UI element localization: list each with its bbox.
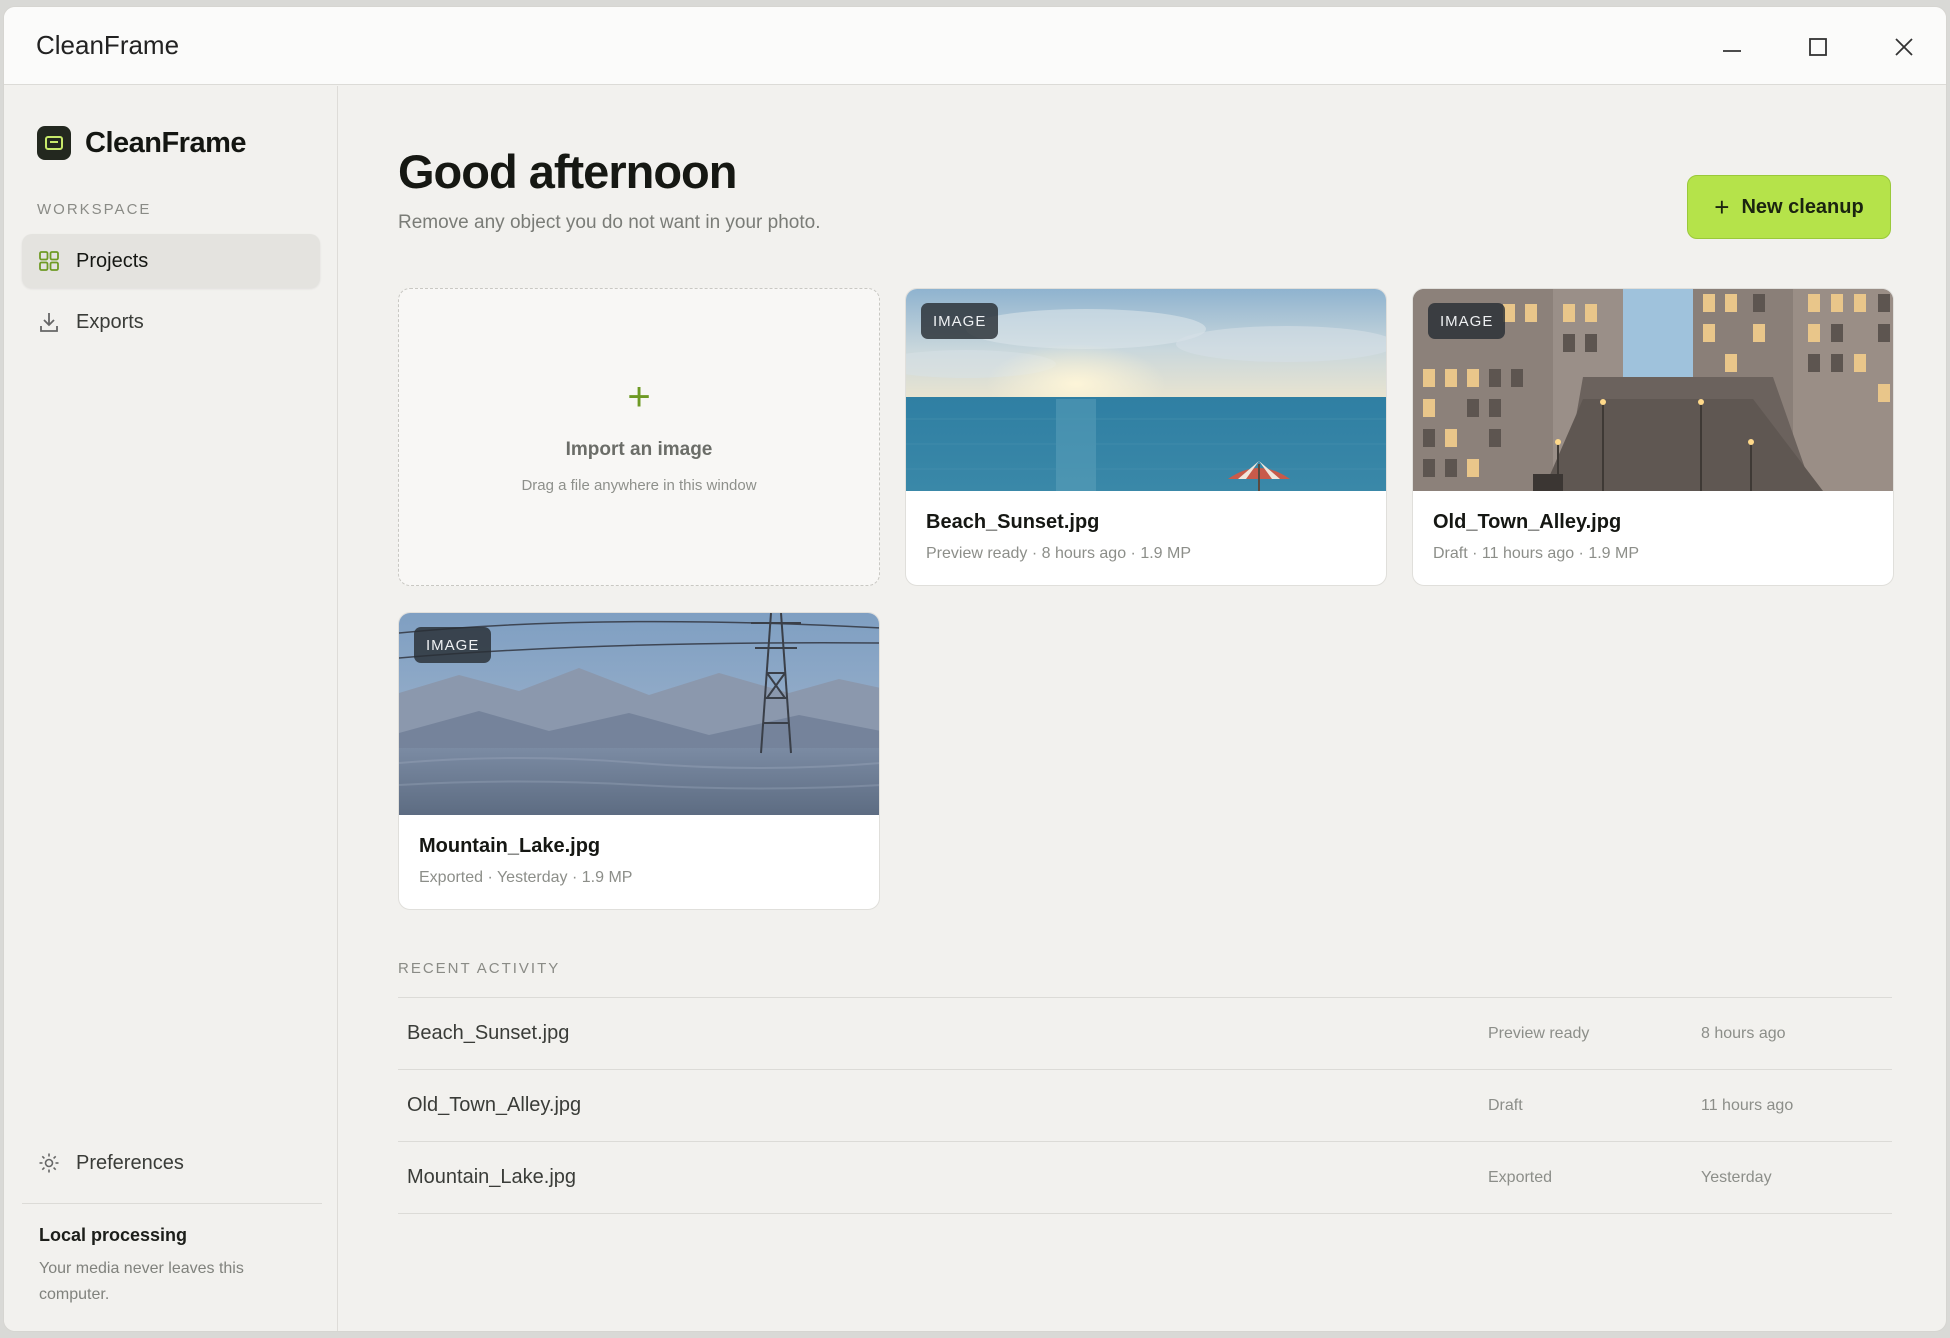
recent-time: 8 hours ago	[1701, 1025, 1786, 1042]
recent-status: Draft	[1488, 1097, 1523, 1114]
recent-status: Exported	[1488, 1169, 1553, 1186]
recent-file-name: Mountain_Lake.jpg	[407, 1166, 577, 1188]
sidebar-item-label: Projects	[76, 249, 149, 272]
app-window: CleanFrame CleanFrame WORKSPACE Projects…	[3, 6, 1947, 1332]
sidebar-item-label: Preferences	[76, 1151, 184, 1174]
local-processing-title: Local processing	[39, 1225, 188, 1245]
recent-time: Yesterday	[1701, 1169, 1772, 1186]
new-cleanup-label: New cleanup	[1741, 195, 1864, 218]
recent-status: Preview ready	[1488, 1025, 1590, 1042]
recent-activity-row[interactable]: Beach_Sunset.jpg Preview ready 8 hours a…	[398, 998, 1892, 1070]
local-processing-description: Your media never leaves this computer.	[39, 1260, 244, 1303]
page-subtitle: Remove any object you do not want in you…	[398, 212, 821, 233]
project-card-beach-sunset[interactable]: IMAGE Beach_Sunset.jpg Preview ready · 8…	[905, 288, 1387, 586]
project-meta: Preview ready · 8 hours ago · 1.9 MP	[926, 545, 1192, 562]
brand: CleanFrame	[37, 126, 247, 160]
grid-icon	[39, 251, 59, 271]
close-button[interactable]	[1878, 25, 1930, 69]
window-title: CleanFrame	[36, 30, 180, 60]
maximize-icon	[1809, 38, 1827, 56]
project-name: Beach_Sunset.jpg	[926, 511, 1100, 533]
type-badge: IMAGE	[921, 303, 999, 339]
import-description: Drag a file anywhere in this window	[521, 477, 757, 494]
recent-activity-list: Beach_Sunset.jpg Preview ready 8 hours a…	[398, 997, 1892, 1214]
sidebar-item-label: Exports	[76, 310, 144, 333]
recent-file-name: Beach_Sunset.jpg	[407, 1022, 570, 1044]
title-bar[interactable]: CleanFrame	[4, 7, 1946, 85]
new-cleanup-button[interactable]: + New cleanup	[1687, 175, 1891, 239]
recent-activity-label: RECENT ACTIVITY	[398, 960, 561, 977]
download-icon	[40, 313, 58, 332]
recent-file-name: Old_Town_Alley.jpg	[407, 1094, 582, 1116]
brand-name: CleanFrame	[85, 126, 247, 159]
close-icon	[1895, 38, 1913, 56]
minimize-icon	[1723, 50, 1741, 52]
plus-icon: +	[627, 375, 651, 419]
minimize-button[interactable]	[1706, 25, 1758, 69]
sidebar-item-projects[interactable]: Projects	[22, 234, 320, 288]
project-meta: Draft · 11 hours ago · 1.9 MP	[1433, 545, 1640, 562]
recent-time: 11 hours ago	[1701, 1097, 1794, 1114]
sidebar-item-exports[interactable]: Exports	[22, 295, 320, 349]
sidebar-divider	[22, 1203, 322, 1204]
import-image-dropzone[interactable]: + Import an image Drag a file anywhere i…	[398, 288, 880, 586]
sidebar-item-preferences[interactable]: Preferences	[22, 1136, 320, 1190]
recent-activity-row[interactable]: Mountain_Lake.jpg Exported Yesterday	[398, 1142, 1892, 1214]
main-content: Good afternoon Remove any object you do …	[339, 86, 1946, 1331]
project-name: Mountain_Lake.jpg	[419, 835, 601, 857]
workspace-section-label: WORKSPACE	[37, 201, 152, 218]
project-card-mountain-lake[interactable]: IMAGE Mountain_Lake.jpg Exported · Yeste…	[398, 612, 880, 910]
logo-icon	[37, 126, 71, 160]
project-meta: Exported · Yesterday · 1.9 MP	[419, 869, 633, 886]
project-card-old-town-alley[interactable]: IMAGE Old_Town_Alley.jpg Draft · 11 hour…	[1412, 288, 1894, 586]
project-name: Old_Town_Alley.jpg	[1433, 511, 1622, 533]
recent-activity-row[interactable]: Old_Town_Alley.jpg Draft 11 hours ago	[398, 1070, 1892, 1142]
import-title: Import an image	[565, 439, 713, 460]
maximize-button[interactable]	[1792, 25, 1844, 69]
gear-icon	[39, 1153, 59, 1173]
plus-icon: +	[1714, 191, 1730, 222]
type-badge: IMAGE	[1428, 303, 1506, 339]
type-badge: IMAGE	[414, 627, 492, 663]
page-title: Good afternoon	[398, 145, 737, 198]
sidebar: CleanFrame WORKSPACE Projects Exports Pr…	[4, 86, 338, 1331]
